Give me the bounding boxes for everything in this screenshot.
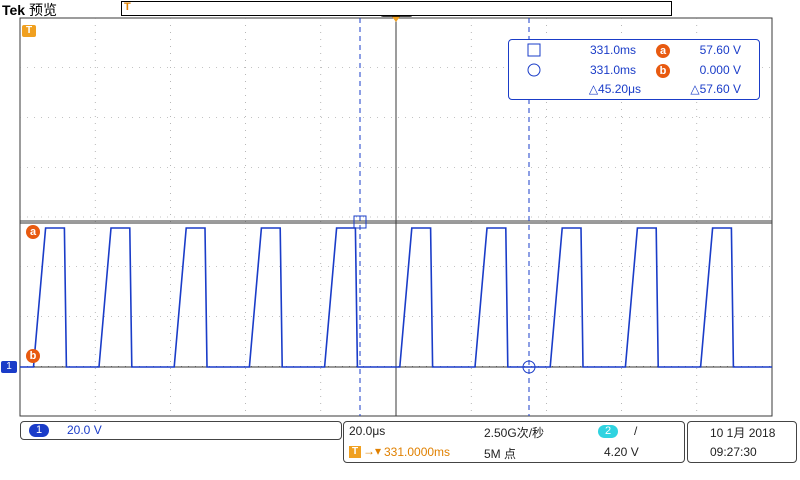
trigger-position: 331.0000ms xyxy=(384,445,451,459)
cursor-1-time: 331.0ms xyxy=(589,43,636,57)
trigger-arrow-icon: →▾ xyxy=(363,444,382,458)
trigger-source-badge: 2 xyxy=(598,425,618,438)
trigger-slope: / xyxy=(634,424,638,438)
cursor-a-marker-label: a xyxy=(29,226,37,238)
cursor-1-value: 57.60 V xyxy=(699,43,741,57)
time-per-division: 20.0μs xyxy=(349,424,386,438)
horizontal-settings-panel[interactable]: 20.0μs T →▾ 331.0000ms 2.50G次/秒 5M 点 2 /… xyxy=(343,421,685,463)
trigger-delay-icon-label: T xyxy=(351,446,359,457)
delta-time: △45.20μs xyxy=(588,82,641,96)
brand-logo: Tek xyxy=(2,2,26,18)
ch1-badge: 1 xyxy=(29,424,49,437)
cursor-2-time: 331.0ms xyxy=(589,63,636,77)
cursor-delta-row: △45.20μs △57.60 V xyxy=(509,82,759,98)
sample-rate: 2.50G次/秒 xyxy=(484,426,545,440)
cursor-2-badge: b xyxy=(656,64,670,78)
trigger-delay-icon: T xyxy=(349,446,361,458)
mode-label: 预览 xyxy=(28,2,57,18)
delta-value: △57.60 V xyxy=(690,82,741,96)
square-cursor-icon xyxy=(527,43,541,57)
overview-trigger-icon: T xyxy=(124,1,131,13)
brand-title: Tek 预览 xyxy=(2,0,57,20)
cursor-b-marker-label: b xyxy=(29,350,37,362)
ch1-scale: 20.0 V xyxy=(67,423,102,437)
cursor-b-marker[interactable]: b xyxy=(26,349,40,363)
trigger-level-marker-label: T xyxy=(25,25,33,36)
record-length: 5M 点 xyxy=(484,447,517,461)
time-label: 09:27:30 xyxy=(710,445,757,459)
status-bar: 1 20.0 V 20.0μs T →▾ 331.0000ms 2.50G次/秒… xyxy=(0,418,800,480)
trigger-level: 4.20 V xyxy=(604,445,639,459)
ch1-ground-marker-label: 1 xyxy=(6,361,12,372)
cursor-1-badge: a xyxy=(656,44,670,58)
record-overview-bar[interactable]: T xyxy=(121,1,672,16)
trigger-level-marker[interactable]: T xyxy=(22,25,36,37)
ch1-ground-marker[interactable]: 1 xyxy=(1,361,17,373)
circle-cursor-icon xyxy=(527,63,541,77)
cursor-a-marker[interactable]: a xyxy=(26,225,40,239)
cursor-2-row: 331.0ms b 0.000 V xyxy=(509,63,759,79)
cursor-readout-panel: 331.0ms a 57.60 V 331.0ms b 0.000 V △45.… xyxy=(508,39,760,100)
datetime-panel: 10 1月 2018 09:27:30 xyxy=(687,421,797,463)
ch1-settings-panel[interactable]: 1 20.0 V xyxy=(20,421,342,440)
cursor-2-value: 0.000 V xyxy=(699,63,741,77)
date-label: 10 1月 2018 xyxy=(710,426,776,440)
cursor-1-row: 331.0ms a 57.60 V xyxy=(509,43,759,59)
